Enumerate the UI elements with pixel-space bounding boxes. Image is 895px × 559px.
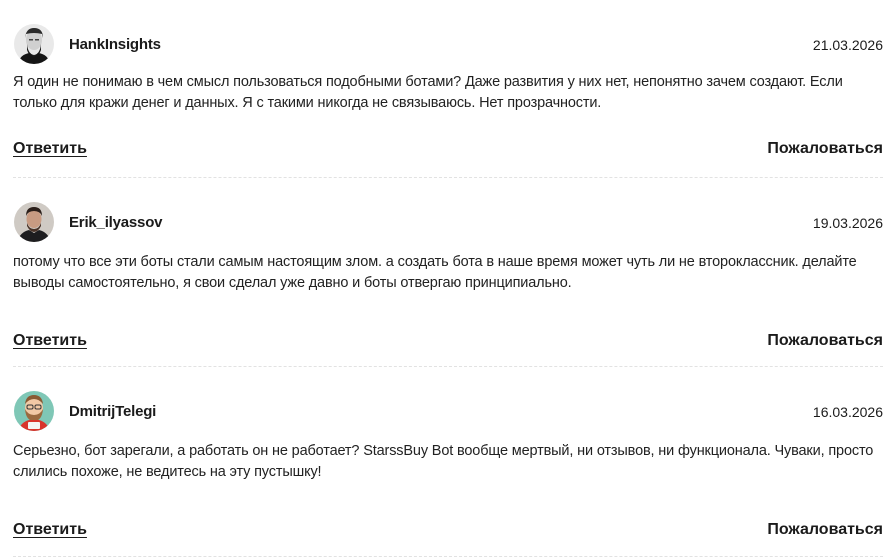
comment-actions: Ответить Пожаловаться xyxy=(13,521,883,543)
comment-date: 19.03.2026 xyxy=(812,215,883,231)
reply-link[interactable]: Ответить xyxy=(13,332,87,350)
avatar xyxy=(14,391,54,431)
avatar xyxy=(14,24,54,64)
report-link[interactable]: Пожаловаться xyxy=(767,332,883,350)
comment-item: Erik_ilyassov 19.03.2026 потому что все … xyxy=(13,178,883,367)
avatar-bw-portrait-icon xyxy=(14,24,54,64)
comment-date: 16.03.2026 xyxy=(812,404,883,420)
comment-item: HankInsights 21.03.2026 Я один не понима… xyxy=(13,0,883,178)
author-name: HankInsights xyxy=(69,36,161,53)
comment-actions: Ответить Пожаловаться xyxy=(13,332,883,354)
author-name: Erik_ilyassov xyxy=(69,214,163,231)
comments-list: HankInsights 21.03.2026 Я один не понима… xyxy=(0,0,895,559)
comment-header: DmitrijTelegi 16.03.2026 xyxy=(13,391,883,433)
report-link[interactable]: Пожаловаться xyxy=(767,140,883,158)
comment-header: Erik_ilyassov 19.03.2026 xyxy=(13,202,883,244)
avatar-cartoon-bearded-icon xyxy=(14,391,54,431)
comment-item: DmitrijTelegi 16.03.2026 Серьезно, бот з… xyxy=(13,367,883,557)
reply-link[interactable]: Ответить xyxy=(13,521,87,539)
comment-header: HankInsights 21.03.2026 xyxy=(13,24,883,66)
avatar xyxy=(14,202,54,242)
report-link[interactable]: Пожаловаться xyxy=(767,521,883,539)
comment-text: Серьезно, бот зарегали, а работать он не… xyxy=(13,443,874,480)
author-name: DmitrijTelegi xyxy=(69,403,157,420)
comment-text: Я один не понимаю в чем смысл пользовать… xyxy=(13,74,843,111)
reply-link[interactable]: Ответить xyxy=(13,140,87,158)
comment-actions: Ответить Пожаловаться xyxy=(13,140,883,162)
comment-date: 21.03.2026 xyxy=(812,37,883,53)
avatar-photo-man-icon xyxy=(14,202,54,242)
comment-text: потому что все эти боты стали самым наст… xyxy=(13,254,857,291)
